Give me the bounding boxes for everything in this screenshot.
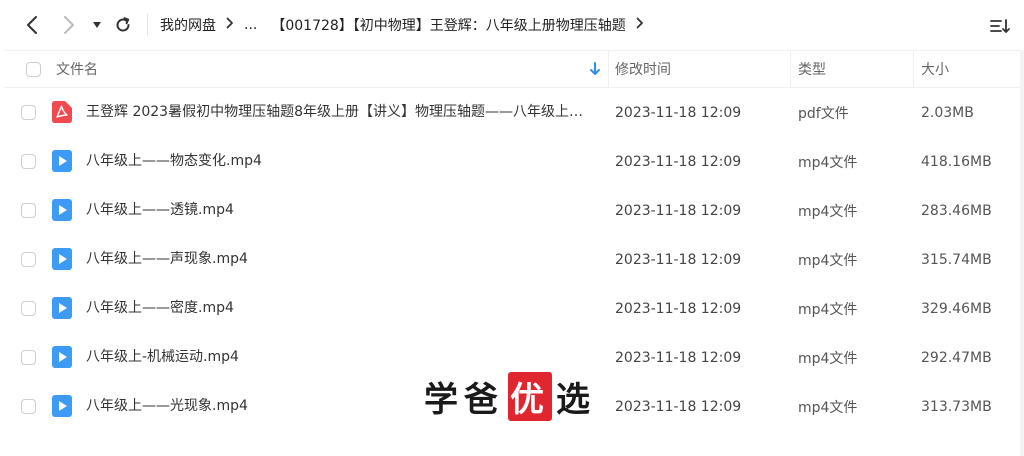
column-header-type[interactable]: 类型	[798, 51, 826, 87]
table-row[interactable]: 八年级上——物态变化.mp4 2023-11-18 12:09 mp4文件 41…	[4, 137, 1020, 186]
sort-list-icon	[990, 19, 1010, 33]
video-file-icon	[52, 199, 72, 221]
file-type: mp4文件	[798, 350, 858, 367]
column-header-size[interactable]: 大小	[921, 51, 949, 87]
breadcrumb: 我的网盘 ... 【001728】【初中物理】王登辉：八年级上册物理压轴题	[160, 0, 654, 50]
history-dropdown-button[interactable]	[87, 13, 107, 37]
file-name[interactable]: 八年级上——透镜.mp4	[86, 186, 592, 235]
back-button[interactable]	[20, 13, 44, 37]
file-name[interactable]: 八年级上——密度.mp4	[86, 284, 592, 333]
select-all-checkbox[interactable]	[26, 62, 41, 77]
file-size: 292.47MB	[921, 349, 992, 366]
refresh-button[interactable]	[111, 13, 135, 37]
file-type: mp4文件	[798, 154, 858, 171]
toolbar-divider	[147, 14, 148, 36]
file-name[interactable]: 八年级上——物态变化.mp4	[86, 137, 592, 186]
file-size: 313.73MB	[921, 398, 992, 415]
table-row[interactable]: 王登辉 2023暑假初中物理压轴题8年级上册【讲义】物理压轴题——八年级上册（上…	[4, 88, 1020, 137]
refresh-icon	[116, 17, 130, 32]
scrollbar-track[interactable]	[1020, 50, 1024, 456]
column-divider	[913, 51, 914, 87]
breadcrumb-item-root[interactable]: 我的网盘	[160, 15, 216, 35]
row-checkbox[interactable]	[21, 399, 36, 414]
table-row[interactable]: 八年级上——密度.mp4 2023-11-18 12:09 mp4文件 329.…	[4, 284, 1020, 333]
breadcrumb-item-current[interactable]: 【001728】【初中物理】王登辉：八年级上册物理压轴题	[271, 15, 625, 35]
breadcrumb-separator-icon	[636, 17, 644, 33]
file-size: 2.03MB	[921, 104, 974, 121]
caret-down-icon	[93, 22, 101, 28]
watermark-badge: 优	[508, 371, 552, 421]
video-file-icon	[52, 150, 72, 172]
file-size: 329.46MB	[921, 300, 992, 317]
row-checkbox[interactable]	[21, 154, 36, 169]
video-file-icon	[52, 248, 72, 270]
row-checkbox[interactable]	[21, 301, 36, 316]
file-name[interactable]: 王登辉 2023暑假初中物理压轴题8年级上册【讲义】物理压轴题——八年级上册（上…	[86, 88, 592, 137]
table-row[interactable]: 八年级上——声现象.mp4 2023-11-18 12:09 mp4文件 315…	[4, 235, 1020, 284]
watermark-text-end: 选	[556, 379, 596, 420]
video-file-icon	[52, 395, 72, 417]
file-modified-time: 2023-11-18 12:09	[615, 104, 742, 121]
chevron-left-icon	[27, 16, 37, 34]
file-modified-time: 2023-11-18 12:09	[615, 251, 742, 268]
file-modified-time: 2023-11-18 12:09	[615, 349, 742, 366]
file-type: mp4文件	[798, 399, 858, 416]
watermark-text: 学爸	[424, 379, 504, 420]
toolbar: 我的网盘 ... 【001728】【初中物理】王登辉：八年级上册物理压轴题	[0, 0, 1024, 50]
file-size: 418.16MB	[921, 153, 992, 170]
row-checkbox[interactable]	[21, 105, 36, 120]
video-file-icon	[52, 297, 72, 319]
column-divider	[790, 51, 791, 87]
chevron-right-icon	[64, 16, 74, 34]
column-header-name[interactable]: 文件名	[56, 51, 98, 87]
column-divider	[608, 51, 609, 87]
sort-arrow-down-icon[interactable]	[588, 61, 602, 77]
row-checkbox[interactable]	[21, 350, 36, 365]
file-modified-time: 2023-11-18 12:09	[615, 300, 742, 317]
column-header-modified[interactable]: 修改时间	[615, 51, 671, 87]
breadcrumb-item-ellipsis[interactable]: ...	[244, 17, 257, 33]
file-size: 315.74MB	[921, 251, 992, 268]
table-row[interactable]: 八年级上——透镜.mp4 2023-11-18 12:09 mp4文件 283.…	[4, 186, 1020, 235]
file-name[interactable]: 八年级上——声现象.mp4	[86, 235, 592, 284]
file-modified-time: 2023-11-18 12:09	[615, 153, 742, 170]
file-type: mp4文件	[798, 252, 858, 269]
row-checkbox[interactable]	[21, 203, 36, 218]
file-type: pdf文件	[798, 105, 849, 122]
file-type: mp4文件	[798, 301, 858, 318]
pdf-file-icon	[52, 101, 72, 123]
sort-button[interactable]	[988, 15, 1012, 37]
breadcrumb-separator-icon	[226, 17, 234, 33]
row-checkbox[interactable]	[21, 252, 36, 267]
file-modified-time: 2023-11-18 12:09	[615, 398, 742, 415]
file-modified-time: 2023-11-18 12:09	[615, 202, 742, 219]
video-file-icon	[52, 346, 72, 368]
watermark-logo: 学爸 优 选	[424, 371, 596, 421]
forward-button[interactable]	[57, 13, 81, 37]
file-type: mp4文件	[798, 203, 858, 220]
file-size: 283.46MB	[921, 202, 992, 219]
table-header: 文件名 修改时间 类型 大小	[4, 50, 1020, 88]
